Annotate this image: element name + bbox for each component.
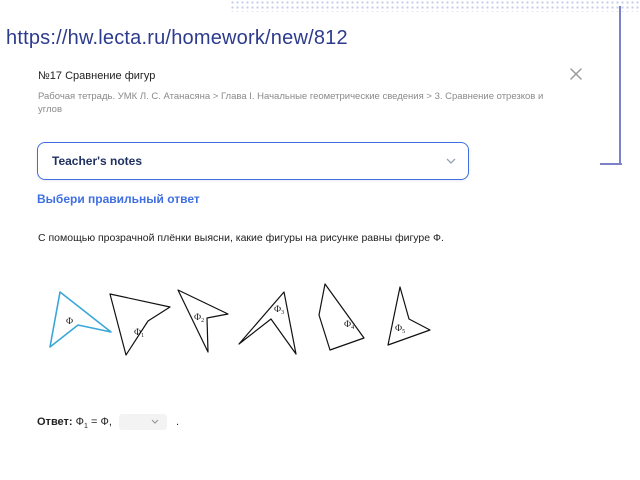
teachers-notes-dropdown[interactable]: Teacher's notes [37, 142, 469, 180]
answer-label: Ответ: [37, 415, 73, 428]
figure-phi-5-label: Ф5 [395, 323, 405, 335]
answer-row: Ответ: Ф1 = Ф, . [37, 414, 179, 430]
figure-phi-4 [318, 283, 365, 351]
question-text: С помощью прозрачной плёнки выясни, каки… [38, 232, 444, 244]
breadcrumb: Рабочая тетрадь. УМК Л. С. Атанасяна > Г… [38, 91, 544, 115]
teachers-notes-label: Teacher's notes [52, 154, 142, 168]
instruction-heading: Выбери правильный ответ [37, 192, 200, 206]
decorative-vertical-line [619, 6, 621, 164]
answer-lhs: Ф1 [75, 415, 88, 431]
figure-phi-4-label: Ф4 [344, 319, 354, 331]
figure-phi-5 [387, 286, 431, 346]
close-button[interactable] [568, 66, 584, 82]
answer-select[interactable] [118, 414, 167, 430]
figures-illustration: Ф Ф1 Ф2 Ф3 Ф4 Ф5 [49, 283, 431, 356]
chevron-down-icon [446, 158, 456, 164]
figure-phi-1 [109, 293, 171, 356]
chevron-down-icon [151, 419, 159, 424]
figure-phi-2-label: Ф2 [194, 312, 204, 324]
figure-phi-3-label: Ф3 [274, 304, 284, 316]
answer-equals: = [91, 415, 98, 428]
figure-phi-label: Ф [66, 316, 73, 326]
figure-phi [49, 291, 112, 348]
answer-rhs: Ф, [100, 415, 112, 428]
answer-end: . [176, 415, 180, 428]
decorative-horizontal-line [600, 163, 622, 165]
figure-phi-3 [238, 291, 297, 355]
decorative-dot-band [230, 0, 640, 12]
task-title: №17 Сравнение фигур [38, 70, 156, 82]
page-url: https://hw.lecta.ru/homework/new/812 [6, 27, 348, 49]
close-icon [570, 68, 582, 80]
